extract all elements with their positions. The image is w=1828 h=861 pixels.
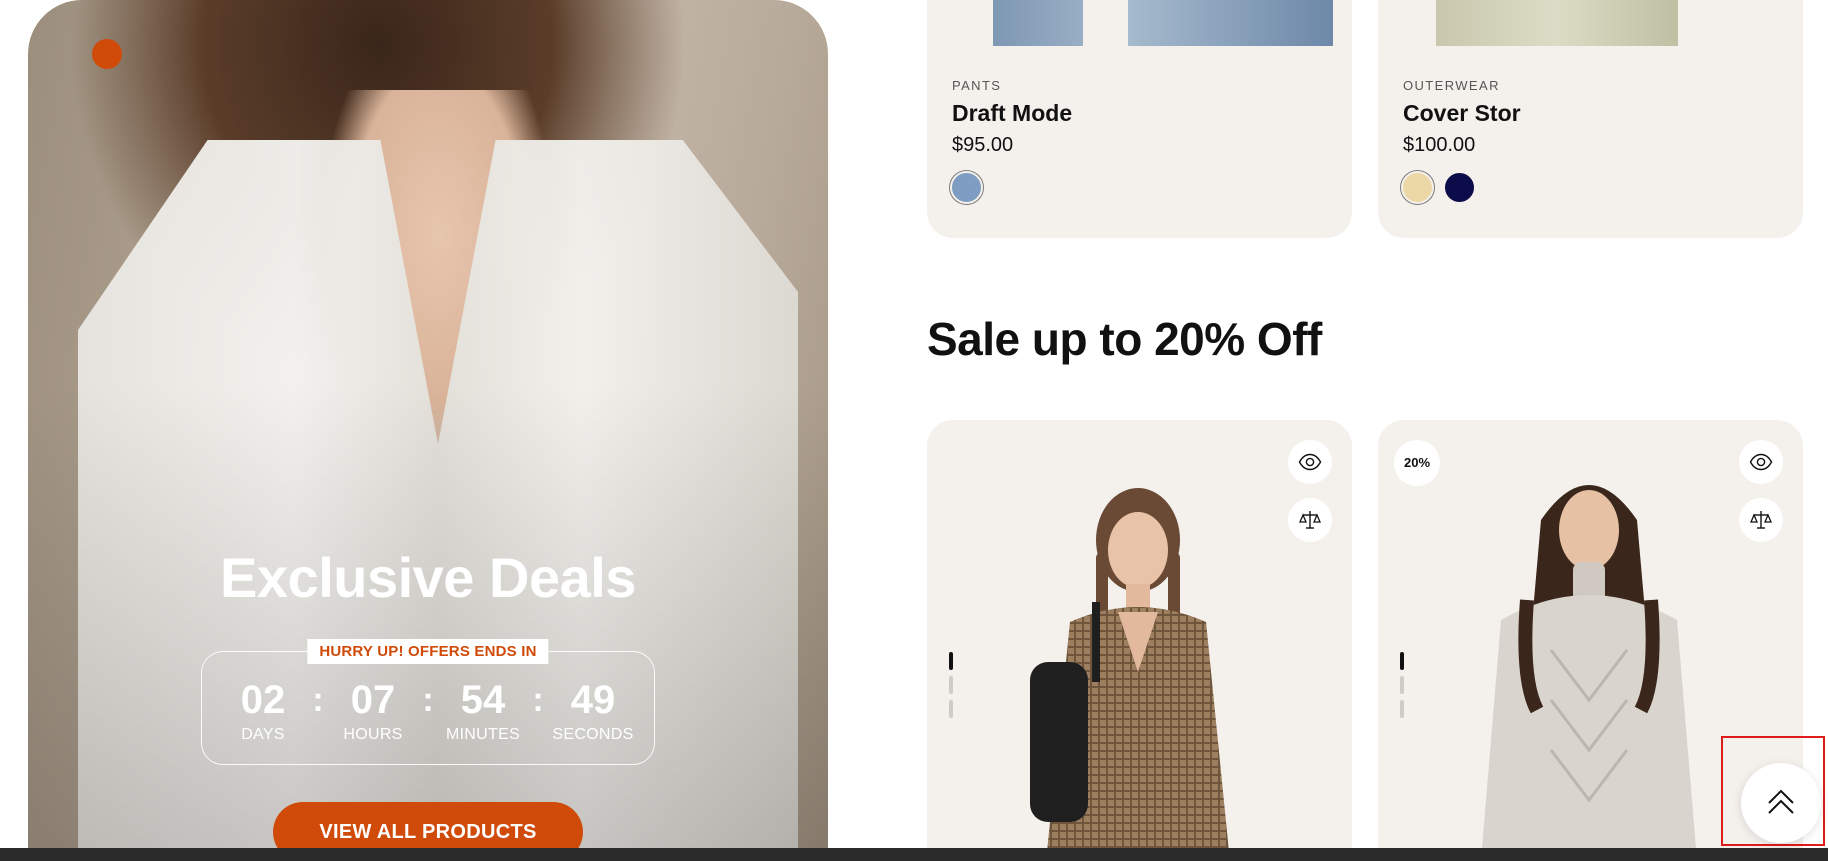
product-card[interactable]: OUTERWEAR Cover Stor $100.00	[1378, 0, 1803, 238]
color-swatches	[1401, 171, 1476, 204]
color-swatch-blue[interactable]	[950, 171, 983, 204]
countdown-seconds-value: 49	[570, 678, 616, 722]
product-name[interactable]: Cover Stor	[1403, 100, 1521, 127]
sale-section-title: Sale up to 20% Off	[927, 313, 1322, 365]
color-swatch-beige[interactable]	[1401, 171, 1434, 204]
product-name[interactable]: Draft Mode	[952, 100, 1072, 127]
countdown-hours-label: HOURS	[343, 726, 403, 743]
countdown-hours-value: 07	[350, 678, 396, 722]
countdown-separator: :	[422, 681, 434, 719]
scroll-to-top-button[interactable]	[1741, 763, 1821, 843]
countdown-seconds-label: SECONDS	[552, 726, 634, 743]
product-image[interactable]	[1436, 0, 1678, 46]
color-swatch-navy[interactable]	[1443, 171, 1476, 204]
countdown-seconds: 49 SECONDS	[548, 678, 638, 744]
quick-view-button[interactable]	[1739, 440, 1783, 484]
countdown-timer: HURRY UP! OFFERS ENDS IN 02 DAYS : 07 HO…	[201, 639, 655, 765]
product-image[interactable]	[993, 0, 1333, 46]
compare-button[interactable]	[1288, 498, 1332, 542]
double-chevron-up-icon	[1768, 789, 1794, 814]
quick-view-button[interactable]	[1288, 440, 1332, 484]
product-price: $100.00	[1403, 134, 1476, 156]
hero-title: Exclusive Deals	[220, 546, 636, 609]
countdown-separator: :	[312, 681, 324, 719]
color-swatches	[950, 171, 983, 204]
bottom-bar	[0, 848, 1828, 861]
eye-icon	[1749, 453, 1773, 471]
sale-product-card[interactable]	[927, 420, 1352, 848]
countdown-minutes-value: 54	[460, 678, 506, 722]
product-image[interactable]	[1461, 450, 1721, 848]
countdown-days-label: DAYS	[241, 726, 285, 743]
image-slider-indicator[interactable]	[949, 652, 953, 724]
product-image[interactable]	[1010, 462, 1270, 848]
countdown-hours: 07 HOURS	[328, 678, 418, 744]
eye-icon	[1298, 453, 1322, 471]
product-category: PANTS	[952, 78, 1002, 93]
view-all-products-button[interactable]: VIEW ALL PRODUCTS	[273, 802, 583, 848]
product-price: $95.00	[952, 134, 1014, 156]
image-slider-indicator[interactable]	[1400, 652, 1404, 724]
product-category: OUTERWEAR	[1403, 78, 1500, 93]
hero-accent-dot	[92, 39, 122, 69]
countdown-minutes-label: MINUTES	[445, 726, 521, 743]
countdown-days: 02 DAYS	[218, 678, 308, 744]
product-card[interactable]: PANTS Draft Mode $95.00	[927, 0, 1352, 238]
hurry-label: HURRY UP! OFFERS ENDS IN	[307, 639, 549, 664]
compare-button[interactable]	[1739, 498, 1783, 542]
compare-icon	[1750, 511, 1772, 529]
countdown-minutes: 54 MINUTES	[438, 678, 528, 744]
countdown-days-value: 02	[240, 678, 286, 722]
countdown-separator: :	[532, 681, 544, 719]
hero-banner: Exclusive Deals HURRY UP! OFFERS ENDS IN…	[28, 0, 828, 848]
discount-badge: 20%	[1394, 440, 1440, 486]
compare-icon	[1299, 511, 1321, 529]
